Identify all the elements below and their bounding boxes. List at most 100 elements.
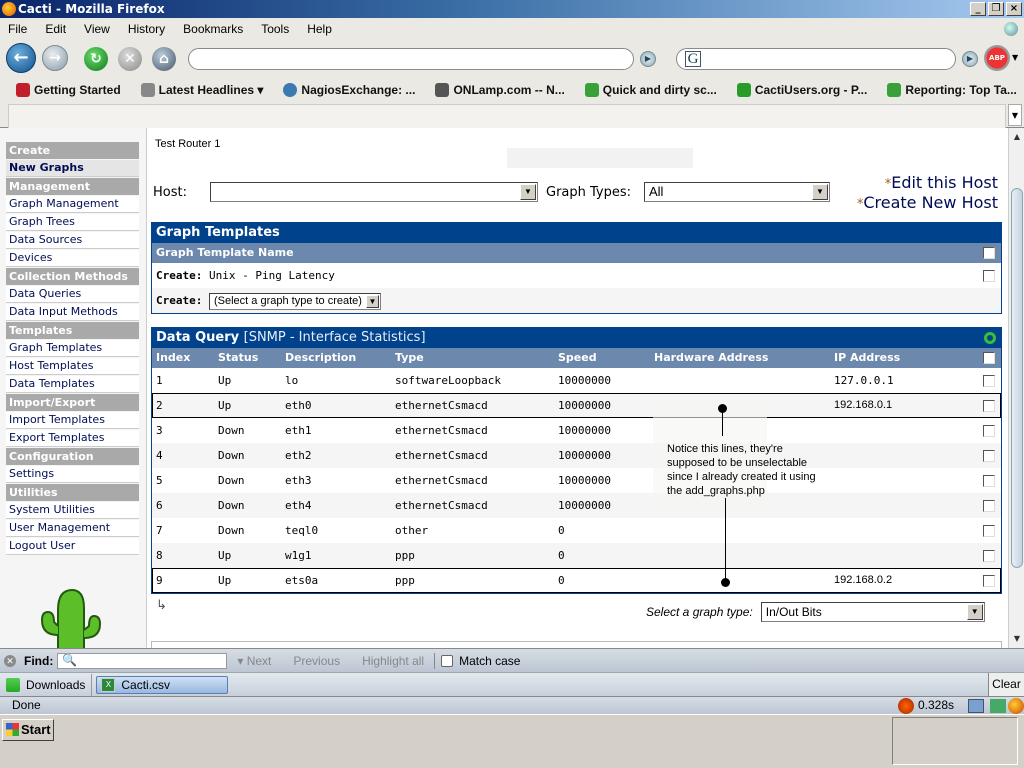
- highlight-all-button[interactable]: Highlight all: [362, 654, 424, 668]
- col-status[interactable]: Status: [218, 348, 258, 368]
- bookmark-quick-and-dirty[interactable]: Quick and dirty sc...: [584, 83, 717, 97]
- bookmark-getting-started[interactable]: Getting Started: [16, 83, 121, 97]
- bookmark-nagiosexchange[interactable]: NagiosExchange: ...: [283, 83, 415, 97]
- col-hardware-address[interactable]: Hardware Address: [654, 348, 768, 368]
- menu-bookmarks[interactable]: Bookmarks: [183, 22, 243, 36]
- sidebar-item-data-input-methods[interactable]: Data Input Methods: [6, 304, 139, 321]
- scroll-up-icon[interactable]: ▲: [1010, 130, 1024, 144]
- tab-bar[interactable]: [8, 104, 1006, 128]
- select-graph-type-dropdown[interactable]: In/Out Bits ▼: [760, 602, 985, 622]
- find-next-button[interactable]: ▾ Next: [237, 654, 271, 668]
- table-row[interactable]: 1 Up lo softwareLoopback 10000000 127.0.0.1: [152, 368, 1001, 393]
- sidebar-item-import-templates[interactable]: Import Templates: [6, 412, 139, 429]
- close-find-icon[interactable]: ✕: [4, 654, 16, 667]
- row-checkbox[interactable]: [983, 474, 995, 487]
- bookmark-onlamp[interactable]: ONLamp.com -- N...: [435, 83, 565, 97]
- clear-downloads-button[interactable]: Clear: [988, 673, 1024, 697]
- table-row[interactable]: 5 Down eth3 ethernetCsmacd 10000000: [152, 468, 1001, 493]
- template-checkbox[interactable]: [983, 269, 995, 282]
- sidebar-item-data-queries[interactable]: Data Queries: [6, 286, 139, 303]
- reload-query-icon[interactable]: [984, 332, 996, 344]
- row-checkbox[interactable]: [983, 524, 995, 537]
- table-row[interactable]: 6 Down eth4 ethernetCsmacd 10000000: [152, 493, 1001, 518]
- scroll-down-icon[interactable]: ▼: [1010, 632, 1024, 646]
- graph-type-create-select[interactable]: (Select a graph type to create) ▼: [208, 292, 381, 310]
- sidebar-item-graph-trees[interactable]: Graph Trees: [6, 214, 139, 231]
- edit-host-link[interactable]: *Edit this Host: [836, 174, 998, 194]
- table-row[interactable]: 4 Down eth2 ethernetCsmacd 10000000: [152, 443, 1001, 468]
- tab-list-dropdown[interactable]: ▼: [1008, 104, 1022, 126]
- table-row[interactable]: 7 Down teql0 other 0: [152, 518, 1001, 543]
- home-button[interactable]: ⌂: [152, 47, 176, 71]
- col-index[interactable]: Index: [156, 348, 190, 368]
- url-input[interactable]: [188, 48, 634, 70]
- adblock-dropdown-icon[interactable]: ▼: [1012, 53, 1018, 62]
- table-row[interactable]: 2 Up eth0 ethernetCsmacd 10000000 192.168.0.1: [152, 393, 1001, 418]
- sidebar-item-graph-templates[interactable]: Graph Templates: [6, 340, 139, 357]
- create-host-link[interactable]: *Create New Host: [836, 194, 998, 214]
- page-scrollbar[interactable]: ▲ ▼: [1008, 128, 1024, 648]
- downloads-button[interactable]: Downloads: [0, 673, 93, 696]
- col-speed[interactable]: Speed: [558, 348, 597, 368]
- menu-help[interactable]: Help: [307, 22, 332, 36]
- find-previous-button[interactable]: Previous: [293, 654, 340, 668]
- sidebar-item-host-templates[interactable]: Host Templates: [6, 358, 139, 375]
- match-case-checkbox[interactable]: [441, 654, 454, 667]
- minimize-button[interactable]: _: [970, 2, 986, 16]
- col-description[interactable]: Description: [285, 348, 356, 368]
- sidebar-item-system-utilities[interactable]: System Utilities: [6, 502, 139, 519]
- menu-edit[interactable]: Edit: [45, 22, 66, 36]
- row-checkbox[interactable]: [983, 374, 995, 387]
- connection-icon[interactable]: [990, 698, 1006, 713]
- adblock-button[interactable]: ABP: [984, 45, 1010, 71]
- row-checkbox[interactable]: [983, 399, 995, 412]
- sidebar-item-settings[interactable]: Settings: [6, 466, 139, 483]
- download-item[interactable]: X Cacti.csv: [96, 675, 229, 694]
- close-button[interactable]: ×: [1006, 2, 1022, 16]
- row-checkbox[interactable]: [983, 424, 995, 437]
- table-row[interactable]: 3 Down eth1 ethernetCsmacd 10000000: [152, 418, 1001, 443]
- sidebar-item-data-sources[interactable]: Data Sources: [6, 232, 139, 249]
- col-ip-address[interactable]: IP Address: [834, 348, 900, 368]
- find-input[interactable]: [57, 652, 228, 669]
- col-type[interactable]: Type: [395, 348, 424, 368]
- go-button[interactable]: ▶: [640, 51, 656, 67]
- graph-templates-header: Graph Template Name: [152, 243, 1001, 263]
- host-select[interactable]: ▼: [210, 182, 538, 202]
- menu-tools[interactable]: Tools: [261, 22, 289, 36]
- sidebar-item-graph-management[interactable]: Graph Management: [6, 196, 139, 213]
- restore-button[interactable]: ❐: [988, 2, 1004, 16]
- back-button[interactable]: ←: [6, 43, 36, 73]
- sidebar-item-devices[interactable]: Devices: [6, 250, 139, 267]
- bookmark-reporting[interactable]: Reporting: Top Ta...: [887, 83, 1017, 97]
- menu-file[interactable]: File: [8, 22, 27, 36]
- sidebar-item-export-templates[interactable]: Export Templates: [6, 430, 139, 447]
- sidebar-item-data-templates[interactable]: Data Templates: [6, 376, 139, 393]
- menu-view[interactable]: View: [84, 22, 110, 36]
- reload-button[interactable]: ↻: [84, 47, 108, 71]
- sidebar-item-logout-user[interactable]: Logout User: [6, 538, 139, 555]
- bookmark-latest-headlines[interactable]: Latest Headlines ▾: [140, 83, 263, 97]
- start-button[interactable]: Start: [2, 719, 54, 741]
- stop-button[interactable]: ✕: [118, 47, 142, 71]
- table-row[interactable]: 9 Up ets0a ppp 0 192.168.0.2: [152, 568, 1001, 593]
- table-row[interactable]: 8 Up w1g1 ppp 0: [152, 543, 1001, 568]
- select-all-rows-checkbox[interactable]: [983, 352, 995, 364]
- graph-types-select[interactable]: All ▼: [644, 182, 830, 202]
- select-all-templates-checkbox[interactable]: [983, 247, 995, 259]
- page-info-icon[interactable]: [968, 698, 984, 713]
- search-input[interactable]: G: [676, 48, 956, 70]
- search-go-button[interactable]: ▶: [962, 51, 978, 67]
- firebug-icon[interactable]: [897, 697, 914, 714]
- scroll-thumb[interactable]: [1011, 188, 1023, 568]
- firefox-status-icon[interactable]: [1008, 697, 1024, 714]
- sidebar-item-user-management[interactable]: User Management: [6, 520, 139, 537]
- forward-button[interactable]: →: [42, 45, 68, 71]
- row-checkbox[interactable]: [983, 499, 995, 512]
- menu-history[interactable]: History: [128, 22, 165, 36]
- bookmark-cactiusers[interactable]: CactiUsers.org - P...: [736, 83, 867, 97]
- row-checkbox[interactable]: [983, 449, 995, 462]
- row-checkbox[interactable]: [983, 574, 995, 587]
- row-checkbox[interactable]: [983, 549, 995, 562]
- sidebar-item-new-graphs[interactable]: New Graphs: [6, 160, 139, 177]
